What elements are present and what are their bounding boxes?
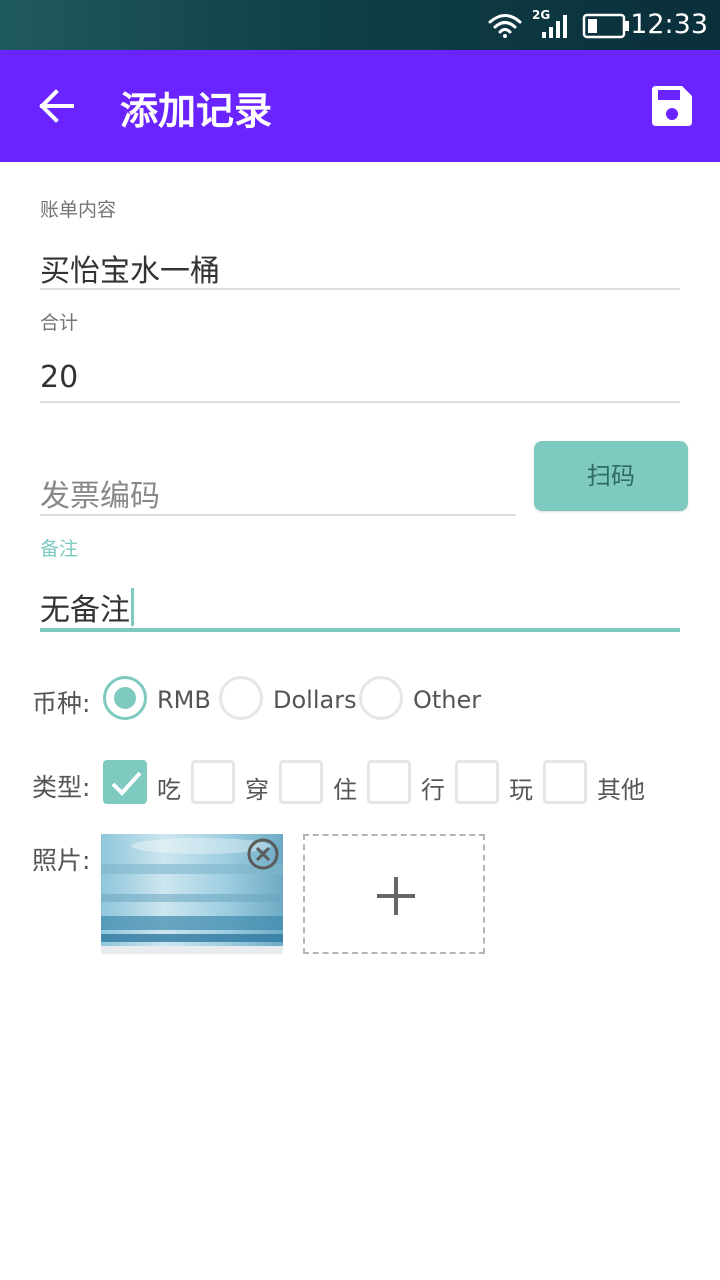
note-input[interactable]: 无备注 (40, 585, 134, 629)
scan-button[interactable]: 扫码 (534, 441, 688, 511)
back-button[interactable] (30, 80, 82, 132)
status-icons: 2G (488, 8, 629, 39)
currency-label: 币种: (32, 689, 91, 718)
bill-input[interactable]: 买怡宝水一桶 (40, 246, 220, 290)
wifi-icon (488, 14, 522, 38)
type-label: 类型: (32, 773, 91, 802)
note-value: 无备注 (40, 593, 130, 628)
checkbox-eat[interactable] (103, 760, 147, 804)
radio-other-label: Other (413, 686, 482, 714)
note-underline (40, 628, 680, 632)
radio-dollars[interactable] (219, 676, 263, 720)
battery-icon (582, 13, 629, 39)
checkbox-play-label: 玩 (509, 776, 533, 804)
checkbox-travel-label: 行 (421, 776, 445, 804)
invoice-input[interactable]: 发票编码 (40, 471, 160, 515)
checkbox-wear-label: 穿 (245, 776, 269, 804)
radio-dollars-label: Dollars (273, 686, 357, 714)
checkbox-wear[interactable] (191, 760, 235, 804)
checkbox-live[interactable] (279, 760, 323, 804)
app-bar: 添加记录 (0, 50, 720, 162)
radio-rmb-label: RMB (157, 686, 211, 714)
save-button[interactable] (648, 82, 696, 130)
status-time: 12:33 (630, 9, 708, 40)
network-type-label: 2G (532, 8, 550, 22)
text-cursor (131, 588, 134, 626)
checkbox-other[interactable] (543, 760, 587, 804)
status-bar: 2G 12:33 (0, 0, 720, 50)
checkbox-live-label: 住 (333, 776, 357, 804)
total-label: 合计 (40, 312, 79, 334)
checkbox-travel[interactable] (367, 760, 411, 804)
checkbox-play[interactable] (455, 760, 499, 804)
total-input[interactable]: 20 (40, 360, 78, 395)
radio-rmb[interactable] (103, 676, 147, 720)
note-label: 备注 (40, 538, 79, 560)
bill-label: 账单内容 (40, 199, 117, 221)
add-photo-button[interactable] (303, 834, 485, 954)
remove-photo-button[interactable] (246, 837, 280, 871)
checkmark-icon (111, 771, 142, 796)
page-title: 添加记录 (120, 89, 273, 133)
radio-other[interactable] (359, 676, 403, 720)
plus-icon-v (394, 877, 398, 915)
invoice-underline (40, 514, 516, 516)
photos-label: 照片: (32, 846, 91, 875)
save-icon (652, 86, 692, 126)
checkbox-eat-label: 吃 (157, 776, 181, 804)
checkbox-other-label: 其他 (597, 776, 645, 804)
total-underline (40, 401, 680, 403)
arrow-left-icon (39, 89, 74, 123)
bill-underline (40, 288, 680, 290)
close-circle-icon (247, 838, 279, 870)
